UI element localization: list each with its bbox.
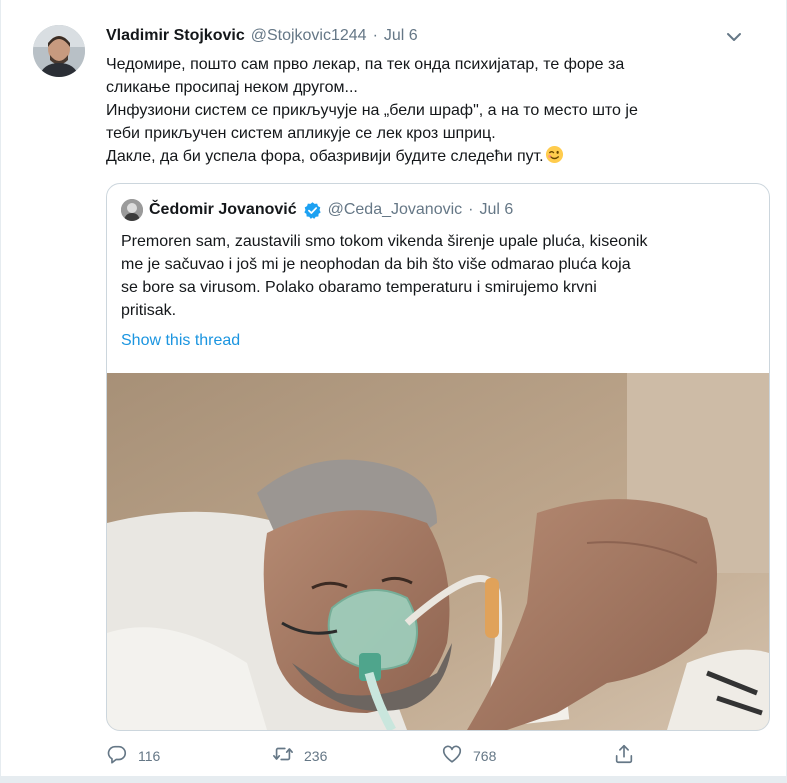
tweet-text-line: сликање просипај неком другом... [106, 79, 358, 96]
like-count: 768 [473, 747, 497, 764]
quoted-tweet[interactable]: Čedomir Jovanović @Ceda_Jovanovic · Jul … [106, 183, 770, 731]
winking-face-icon [545, 145, 564, 164]
author-display-name[interactable]: Vladimir Stojkovic [106, 27, 245, 45]
show-this-thread-link[interactable]: Show this thread [121, 332, 240, 350]
tweet-date[interactable]: Jul 6 [384, 27, 418, 45]
tweet-divider [1, 776, 787, 783]
quoted-text-line: me je sačuvao i još mi je neophodan da b… [121, 256, 631, 273]
reply-icon [106, 743, 128, 768]
quoted-tweet-photo[interactable] [107, 373, 769, 730]
reply-button[interactable]: 116 [106, 743, 160, 768]
retweet-icon [272, 743, 294, 768]
tweet-text-line-last: Дакле, да би успела фора, обазривији буд… [106, 145, 746, 168]
retweet-button[interactable]: 236 [272, 743, 327, 768]
author-handle[interactable]: @Stojkovic1244 [251, 27, 367, 45]
quoted-text-line: se bore sa virusom. Polako obaramo tempe… [121, 279, 597, 296]
tweet-text-line: Чедомире, пошто сам прво лекар, па тек о… [106, 56, 625, 73]
heart-icon [441, 743, 463, 768]
tweet-text-line: теби прикључен систем апликује се лек кр… [106, 125, 496, 142]
quoted-text-line: Premoren sam, zaustavili smo tokom viken… [121, 233, 648, 250]
quoted-tweet-date[interactable]: Jul 6 [479, 201, 513, 219]
quoted-text-line: pritisak. [121, 302, 177, 319]
share-icon [613, 743, 635, 768]
quoted-author-avatar[interactable] [121, 199, 143, 221]
share-button[interactable] [613, 743, 635, 768]
retweet-count: 236 [304, 747, 328, 764]
tweet-header: Vladimir Stojkovic @Stojkovic1244 · Jul … [106, 27, 418, 49]
separator-dot: · [468, 201, 474, 218]
quoted-tweet-text: Premoren sam, zaustavili smo tokom viken… [121, 230, 751, 322]
quoted-author-handle[interactable]: @Ceda_Jovanovic [328, 201, 463, 219]
tweet-text-line: Дакле, да би успела фора, обазривији буд… [106, 148, 544, 165]
separator-dot: · [372, 27, 378, 44]
chevron-down-icon[interactable] [725, 30, 743, 44]
quoted-tweet-header: Čedomir Jovanović @Ceda_Jovanovic · Jul … [121, 198, 513, 222]
reply-count: 116 [138, 747, 161, 764]
tweet[interactable]: Vladimir Stojkovic @Stojkovic1244 · Jul … [0, 0, 787, 783]
verified-badge-icon [303, 201, 322, 220]
tweet-text-line: Инфузиони систем се прикључује на „бели … [106, 102, 638, 119]
quoted-author-display-name[interactable]: Čedomir Jovanović [149, 201, 297, 219]
tweet-text: Чедомире, пошто сам прво лекар, па тек о… [106, 53, 746, 168]
tweet-action-bar: 116 236 768 [106, 743, 646, 767]
like-button[interactable]: 768 [441, 743, 496, 768]
author-avatar[interactable] [33, 25, 85, 77]
